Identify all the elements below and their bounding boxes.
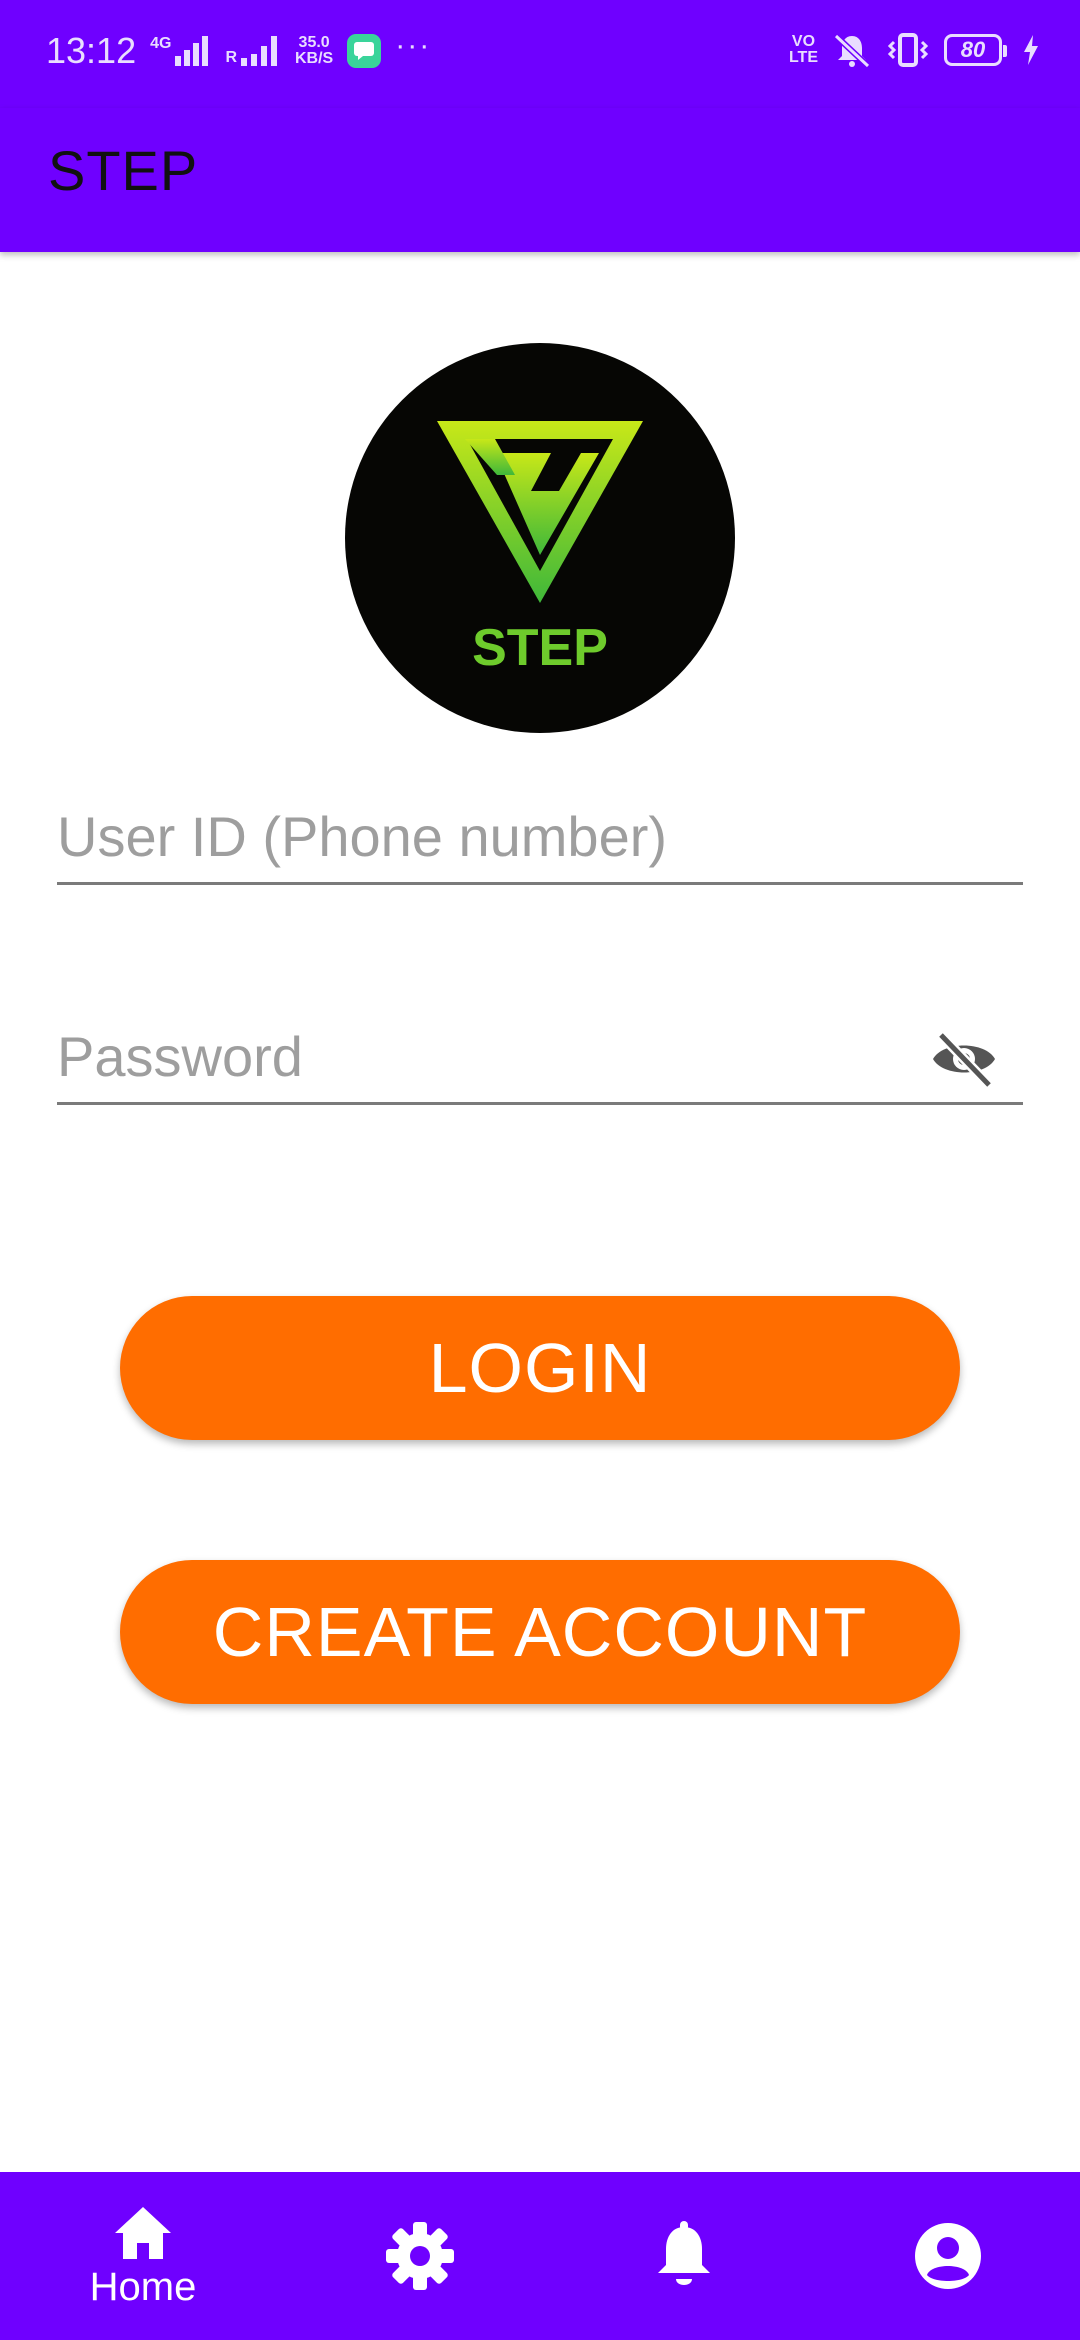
- logo-text: STEP: [472, 619, 608, 677]
- vibrate-icon: [887, 33, 929, 67]
- signal-bars-roaming-icon: [241, 36, 277, 66]
- account-icon: [915, 2223, 981, 2289]
- user-id-input[interactable]: [57, 795, 937, 877]
- settings-icon: [386, 2222, 454, 2290]
- login-screen: 13:12 4G R 35.0 KB/S ··· VO LTE 80 STEP …: [0, 0, 1080, 2340]
- bottom-navigation: Home: [0, 2172, 1080, 2340]
- silent-bell-icon: [833, 33, 871, 68]
- nav-item-notifications[interactable]: [549, 2172, 819, 2340]
- volte-icon: VO LTE: [788, 33, 818, 66]
- password-field[interactable]: [57, 1015, 1023, 1105]
- battery-icon: 80: [944, 34, 1007, 66]
- message-notification-icon: [347, 34, 382, 68]
- app-title: STEP: [48, 139, 199, 202]
- step-logo: STEP: [345, 343, 735, 733]
- more-notifications-icon: ···: [395, 29, 432, 62]
- nav-home-label: Home: [89, 2264, 197, 2309]
- status-bar-right: VO LTE 80: [789, 32, 1040, 68]
- signal-bars-icon: [175, 36, 209, 66]
- create-account-button[interactable]: CREATE ACCOUNT: [120, 1560, 960, 1704]
- nav-item-settings[interactable]: [285, 2172, 555, 2340]
- home-icon: [115, 2206, 171, 2259]
- charging-icon: [1024, 35, 1038, 65]
- notifications-icon: [658, 2221, 710, 2285]
- status-time: 13:12: [46, 30, 137, 71]
- nav-item-home[interactable]: Home: [8, 2172, 278, 2340]
- user-id-field[interactable]: [57, 795, 1023, 885]
- roaming-signal-icon: R: [225, 36, 281, 66]
- status-bar-left: 13:12 4G R 35.0 KB/S ···: [46, 29, 432, 72]
- status-bar: 13:12 4G R 35.0 KB/S ··· VO LTE 80: [0, 0, 1080, 108]
- login-button[interactable]: LOGIN: [120, 1296, 960, 1440]
- mobile-signal-icon: 4G: [150, 36, 211, 66]
- network-speed: 35.0 KB/S: [295, 34, 334, 67]
- password-visibility-off-icon[interactable]: [929, 1029, 999, 1089]
- app-bar: STEP: [0, 108, 1080, 252]
- nav-item-account[interactable]: [813, 2172, 1080, 2340]
- password-input[interactable]: [57, 1015, 937, 1097]
